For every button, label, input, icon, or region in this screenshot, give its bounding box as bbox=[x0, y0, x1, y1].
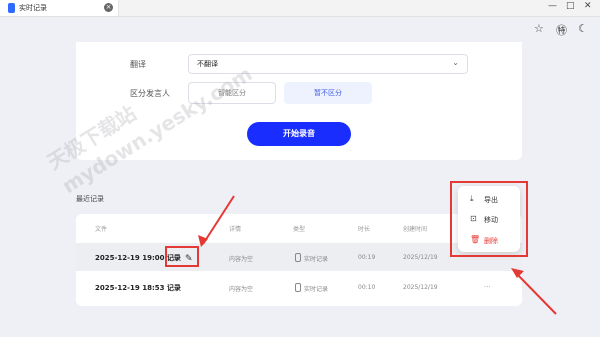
arrow-head bbox=[511, 268, 524, 278]
annotation-arrow bbox=[513, 270, 557, 315]
annotation-arrows bbox=[198, 195, 557, 315]
annotation-arrow bbox=[202, 195, 235, 245]
